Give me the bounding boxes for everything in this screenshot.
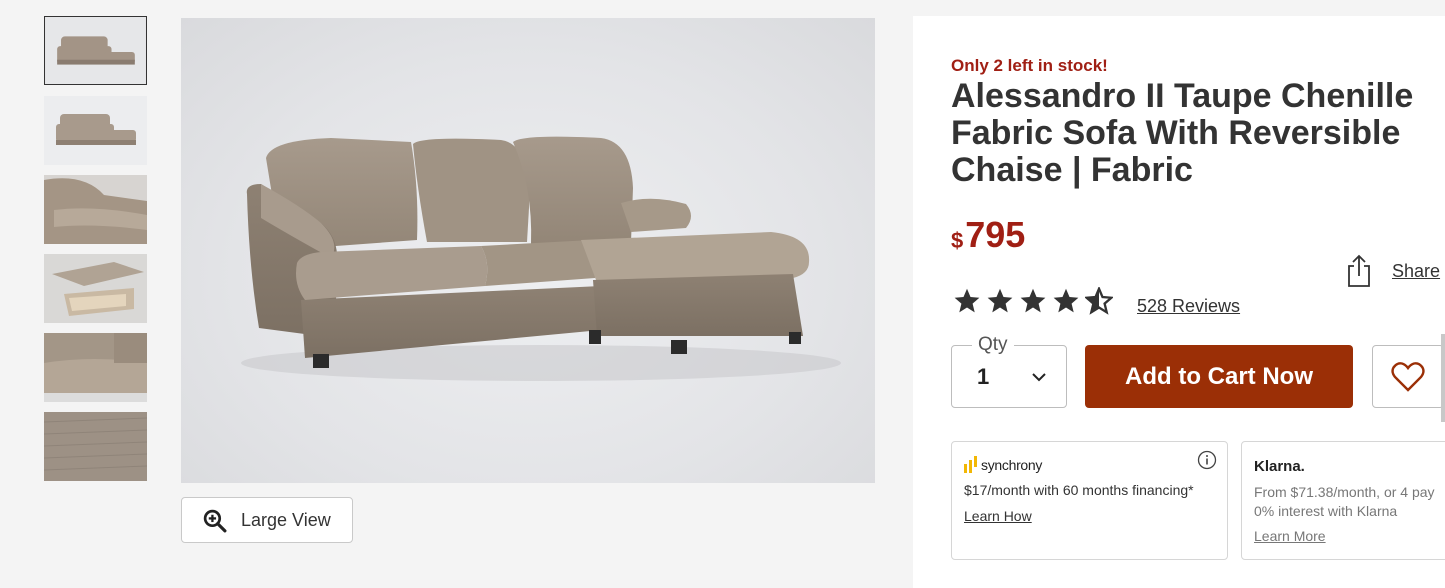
- main-product-image[interactable]: [181, 18, 875, 483]
- star-full-icon: [954, 288, 980, 313]
- synchrony-offer-text: $17/month with 60 months financing*: [964, 482, 1194, 498]
- star-full-icon: [987, 288, 1013, 313]
- wishlist-button[interactable]: [1372, 345, 1444, 408]
- price-amount: 795: [965, 214, 1026, 255]
- synchrony-brand: synchrony: [981, 456, 1043, 473]
- stock-message: Only 2 left in stock!: [951, 56, 1108, 75]
- product-price: $ 795: [951, 214, 1025, 256]
- zoom-in-icon: [203, 509, 227, 532]
- star-full-icon: [1053, 288, 1079, 313]
- star-rating: [953, 287, 1113, 315]
- klarna-interest-text: 0% interest with Klarna: [1254, 503, 1398, 519]
- chevron-down-icon: [1032, 373, 1046, 382]
- quantity-select[interactable]: Qty 1: [951, 334, 1067, 408]
- price-currency: $: [951, 228, 964, 253]
- thumbnail-fabric-swatch[interactable]: [44, 412, 147, 481]
- add-to-cart-button[interactable]: Add to Cart Now: [1085, 345, 1353, 408]
- qty-label: Qty: [972, 334, 1014, 356]
- large-view-button[interactable]: Large View: [181, 497, 353, 543]
- share-icon: [1348, 254, 1370, 287]
- product-title: Alessandro II Taupe Chenille Fabric Sofa…: [951, 77, 1414, 189]
- info-icon[interactable]: [1197, 450, 1217, 470]
- klarna-logo: Klarna.: [1254, 458, 1305, 475]
- share-button[interactable]: Share: [1346, 254, 1440, 288]
- thumbnail-storage-detail[interactable]: [44, 254, 147, 323]
- star-half-icon: [1085, 287, 1113, 315]
- learn-more-link[interactable]: Learn More: [1254, 528, 1326, 544]
- synchrony-logo: synchrony: [964, 456, 1042, 473]
- synchrony-financing-card: synchrony $17/month with 60 months finan…: [951, 441, 1228, 560]
- klarna-financing-card: Klarna. From $71.38/month, or 4 pay 0% i…: [1241, 441, 1445, 560]
- large-view-label: Large View: [241, 509, 331, 530]
- share-label: Share: [1392, 260, 1441, 281]
- thumbnail-arm-detail[interactable]: [44, 175, 147, 244]
- synchrony-logo-icon: [964, 456, 977, 473]
- thumbnail-sofa-front[interactable]: [44, 16, 147, 85]
- heart-icon: [1391, 361, 1425, 392]
- qty-value: 1: [977, 364, 990, 389]
- scrollbar-edge[interactable]: [1441, 334, 1445, 422]
- learn-how-link[interactable]: Learn How: [964, 508, 1032, 524]
- product-details-panel: Only 2 left in stock! Alessandro II Taup…: [913, 16, 1445, 588]
- reviews-link[interactable]: 528 Reviews: [1137, 296, 1240, 317]
- star-full-icon: [1020, 288, 1046, 313]
- thumbnail-sofa-room[interactable]: [44, 96, 147, 165]
- product-page: Large View Only 2 left in stock! Alessan…: [0, 0, 1445, 588]
- klarna-offer-text: From $71.38/month, or 4 pay: [1254, 484, 1435, 500]
- sofa-illustration: [241, 136, 841, 381]
- thumbnail-cushion-detail[interactable]: [44, 333, 147, 402]
